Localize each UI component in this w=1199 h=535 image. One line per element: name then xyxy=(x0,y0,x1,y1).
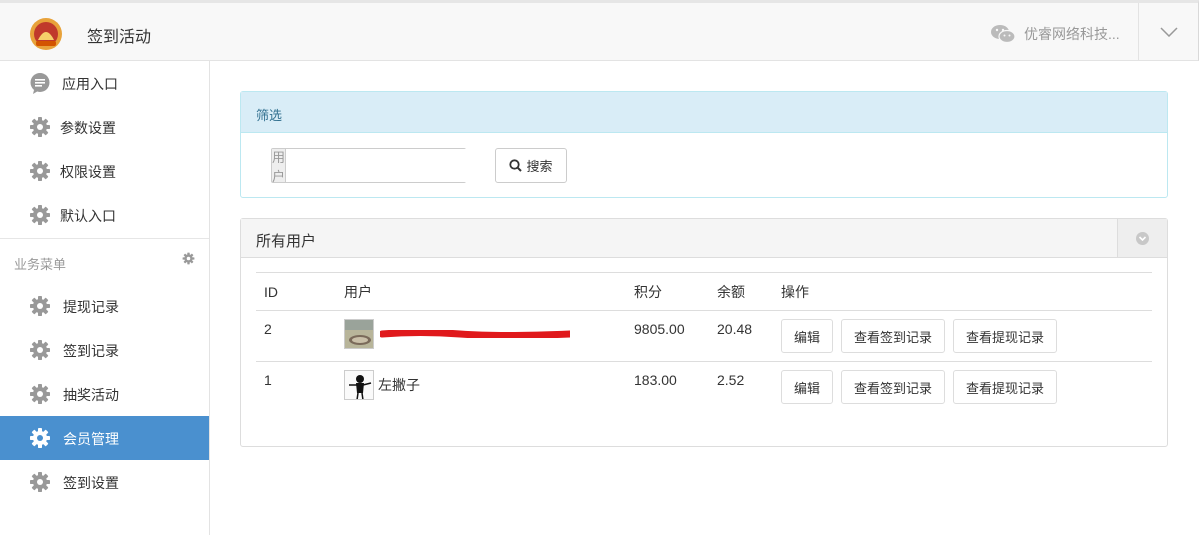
sidebar-item-member-management[interactable]: 会员管理 xyxy=(0,416,209,460)
gear-icon xyxy=(30,384,50,404)
table-header-row: ID 用户 积分 余额 操作 xyxy=(256,272,1152,311)
gear-icon xyxy=(30,472,50,492)
sidebar-divider xyxy=(0,238,209,239)
table-row: 1 左撇子 183.00 2.52 编辑 查看签到记录 查看提现记录 xyxy=(256,362,1152,413)
user-actions: 编辑 查看签到记录 查看提现记录 xyxy=(773,310,1152,362)
sidebar-item-label: 抽奖活动 xyxy=(63,387,119,403)
search-button[interactable]: 搜索 xyxy=(495,148,567,183)
sidebar-item-label: 会员管理 xyxy=(63,431,119,447)
app-title: 签到活动 xyxy=(87,29,152,46)
search-button-label: 搜索 xyxy=(526,159,553,174)
group-settings-icon[interactable] xyxy=(182,252,195,265)
avatar-image xyxy=(345,320,373,348)
column-header-balance: 余额 xyxy=(709,272,773,311)
sidebar-item-checkin-settings[interactable]: 签到设置 xyxy=(0,460,209,504)
gear-icon xyxy=(30,340,50,360)
user-cell: 左撇子 xyxy=(336,362,626,413)
user-points: 9805.00 xyxy=(626,310,709,362)
user-avatar xyxy=(344,319,374,349)
edit-button[interactable]: 编辑 xyxy=(781,370,834,404)
column-header-actions: 操作 xyxy=(773,272,1152,311)
sidebar-item-permissions[interactable]: 权限设置 xyxy=(0,149,209,193)
filter-panel-title: 筛选 xyxy=(241,92,1167,133)
sidebar-item-label: 权限设置 xyxy=(60,164,116,180)
sidebar-item-default-entry[interactable]: 默认入口 xyxy=(0,193,209,237)
user-search-input[interactable] xyxy=(286,149,479,182)
gear-icon xyxy=(30,161,50,181)
gear-icon xyxy=(30,117,50,137)
user-filter-group: 用户 xyxy=(271,148,479,184)
user-info xyxy=(344,319,618,349)
account-name: 优睿网络科技... xyxy=(1024,26,1120,42)
avatar-image xyxy=(345,371,373,399)
edit-button[interactable]: 编辑 xyxy=(781,319,834,353)
sidebar-group-title: 业务菜单 xyxy=(14,257,67,272)
sidebar-item-app-entry[interactable]: 应用入口 xyxy=(0,61,209,105)
sidebar-item-label: 应用入口 xyxy=(62,76,118,92)
users-panel-header: 所有用户 xyxy=(241,219,1167,258)
filter-panel: 筛选 用户 搜索 xyxy=(240,91,1168,198)
view-checkin-records-button[interactable]: 查看签到记录 xyxy=(841,319,946,353)
sidebar-item-label: 参数设置 xyxy=(60,120,116,136)
user-cell xyxy=(336,310,626,362)
gear-icon xyxy=(30,296,50,316)
sidebar-item-label: 签到设置 xyxy=(63,475,119,491)
table-row: 2 9805.00 20.48 编辑 查看签到记录 查看提现记录 xyxy=(256,310,1152,362)
user-balance: 2.52 xyxy=(717,372,745,388)
view-checkin-records-button[interactable]: 查看签到记录 xyxy=(841,370,946,404)
users-panel: 所有用户 ID 用户 积分 余额 操作 2 9805.00 20.48 编辑 查… xyxy=(240,218,1168,447)
view-withdrawal-records-button[interactable]: 查看提现记录 xyxy=(953,319,1058,353)
sidebar-item-label: 默认入口 xyxy=(60,208,116,224)
user-points: 183.00 xyxy=(634,372,677,388)
top-header: 签到活动 优睿网络科技... xyxy=(0,0,1199,61)
user-filter-label: 用户 xyxy=(272,149,287,184)
account-dropdown-button[interactable] xyxy=(1139,3,1199,61)
account-menu[interactable]: 优睿网络科技... xyxy=(990,24,1120,44)
sidebar-item-checkin-records[interactable]: 签到记录 xyxy=(0,328,209,372)
column-header-id: ID xyxy=(256,272,336,311)
sidebar-item-label: 提现记录 xyxy=(63,299,119,315)
users-table: ID 用户 积分 余额 操作 2 9805.00 20.48 编辑 查看签到记录… xyxy=(256,272,1152,413)
redacted-username xyxy=(380,330,570,338)
sidebar-item-label: 签到记录 xyxy=(63,343,119,359)
column-header-points: 积分 xyxy=(626,272,709,311)
sidebar-item-parameters[interactable]: 参数设置 xyxy=(0,105,209,149)
user-actions: 编辑 查看签到记录 查看提现记录 xyxy=(773,362,1152,413)
gear-icon xyxy=(30,205,50,225)
chevron-down-icon xyxy=(1160,27,1178,37)
gear-icon xyxy=(30,428,50,448)
column-header-user: 用户 xyxy=(336,272,626,311)
users-panel-title: 所有用户 xyxy=(256,233,317,250)
wechat-icon xyxy=(991,25,1016,44)
user-avatar xyxy=(344,370,374,400)
sidebar: 应用入口 参数设置 权限设置 默认入口 业务菜单 提现记录 签到记录 抽奖活动 … xyxy=(0,61,210,535)
user-id: 2 xyxy=(256,310,336,362)
user-name: 左撇子 xyxy=(378,377,420,393)
app-logo[interactable] xyxy=(28,16,64,52)
sidebar-item-lottery[interactable]: 抽奖活动 xyxy=(0,372,209,416)
user-id: 1 xyxy=(264,372,272,388)
chat-bubble-icon xyxy=(30,73,50,94)
user-balance: 20.48 xyxy=(709,310,773,362)
sidebar-item-withdrawal-records[interactable]: 提现记录 xyxy=(0,284,209,328)
view-withdrawal-records-button[interactable]: 查看提现记录 xyxy=(953,370,1058,404)
search-icon xyxy=(509,159,523,172)
user-info: 左撇子 xyxy=(344,370,618,400)
collapse-panel-button[interactable] xyxy=(1117,219,1167,257)
chevron-circle-down-icon xyxy=(1136,232,1149,245)
